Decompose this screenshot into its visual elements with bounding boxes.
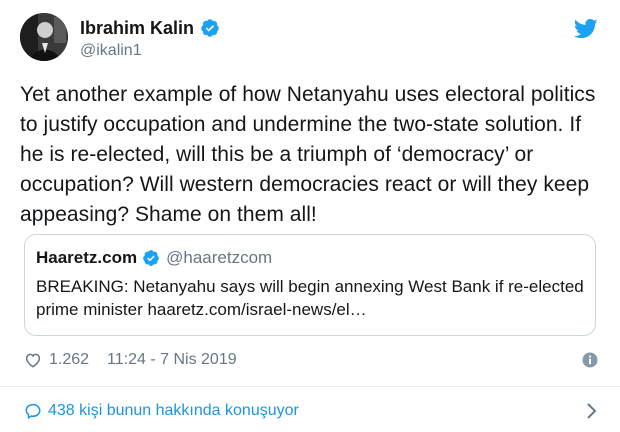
timestamp[interactable]: 11:24 - 7 Nis 2019 <box>107 351 237 369</box>
tweet-header: Ibrahim Kalin @ikalin1 <box>20 13 600 63</box>
heart-icon[interactable] <box>24 351 42 369</box>
avatar[interactable] <box>20 13 68 61</box>
divider <box>0 386 620 387</box>
info-icon[interactable] <box>582 352 598 368</box>
like-count[interactable]: 1.262 <box>49 351 89 369</box>
tweet-meta: 1.262 11:24 - 7 Nis 2019 <box>24 347 598 373</box>
quoted-tweet[interactable]: Haaretz.com @haaretzcom BREAKING: Netany… <box>24 234 596 336</box>
chevron-right-icon[interactable] <box>584 402 598 420</box>
twitter-bird-icon[interactable] <box>574 19 598 39</box>
tweet-text: Yet another example of how Netanyahu use… <box>20 83 596 226</box>
author-display-name[interactable]: Ibrahim Kalin <box>80 18 194 39</box>
author-handle[interactable]: @ikalin1 <box>80 42 220 60</box>
conversation-label[interactable]: 438 kişi bunun hakkında konuşuyor <box>48 402 299 420</box>
quoted-text: BREAKING: Netanyahu says will begin anne… <box>36 277 584 319</box>
author-info[interactable]: Ibrahim Kalin @ikalin1 <box>80 17 220 60</box>
quoted-display-name: Haaretz.com <box>36 248 138 267</box>
speech-bubble-icon <box>25 403 41 420</box>
quoted-handle: @haaretzcom <box>166 248 273 267</box>
verified-badge-icon <box>143 250 159 266</box>
verified-badge-icon <box>201 19 219 37</box>
conversation-link[interactable]: 438 kişi bunun hakkında konuşuyor <box>24 398 598 424</box>
tweet-card: Ibrahim Kalin @ikalin1 Yet another examp… <box>0 0 620 432</box>
